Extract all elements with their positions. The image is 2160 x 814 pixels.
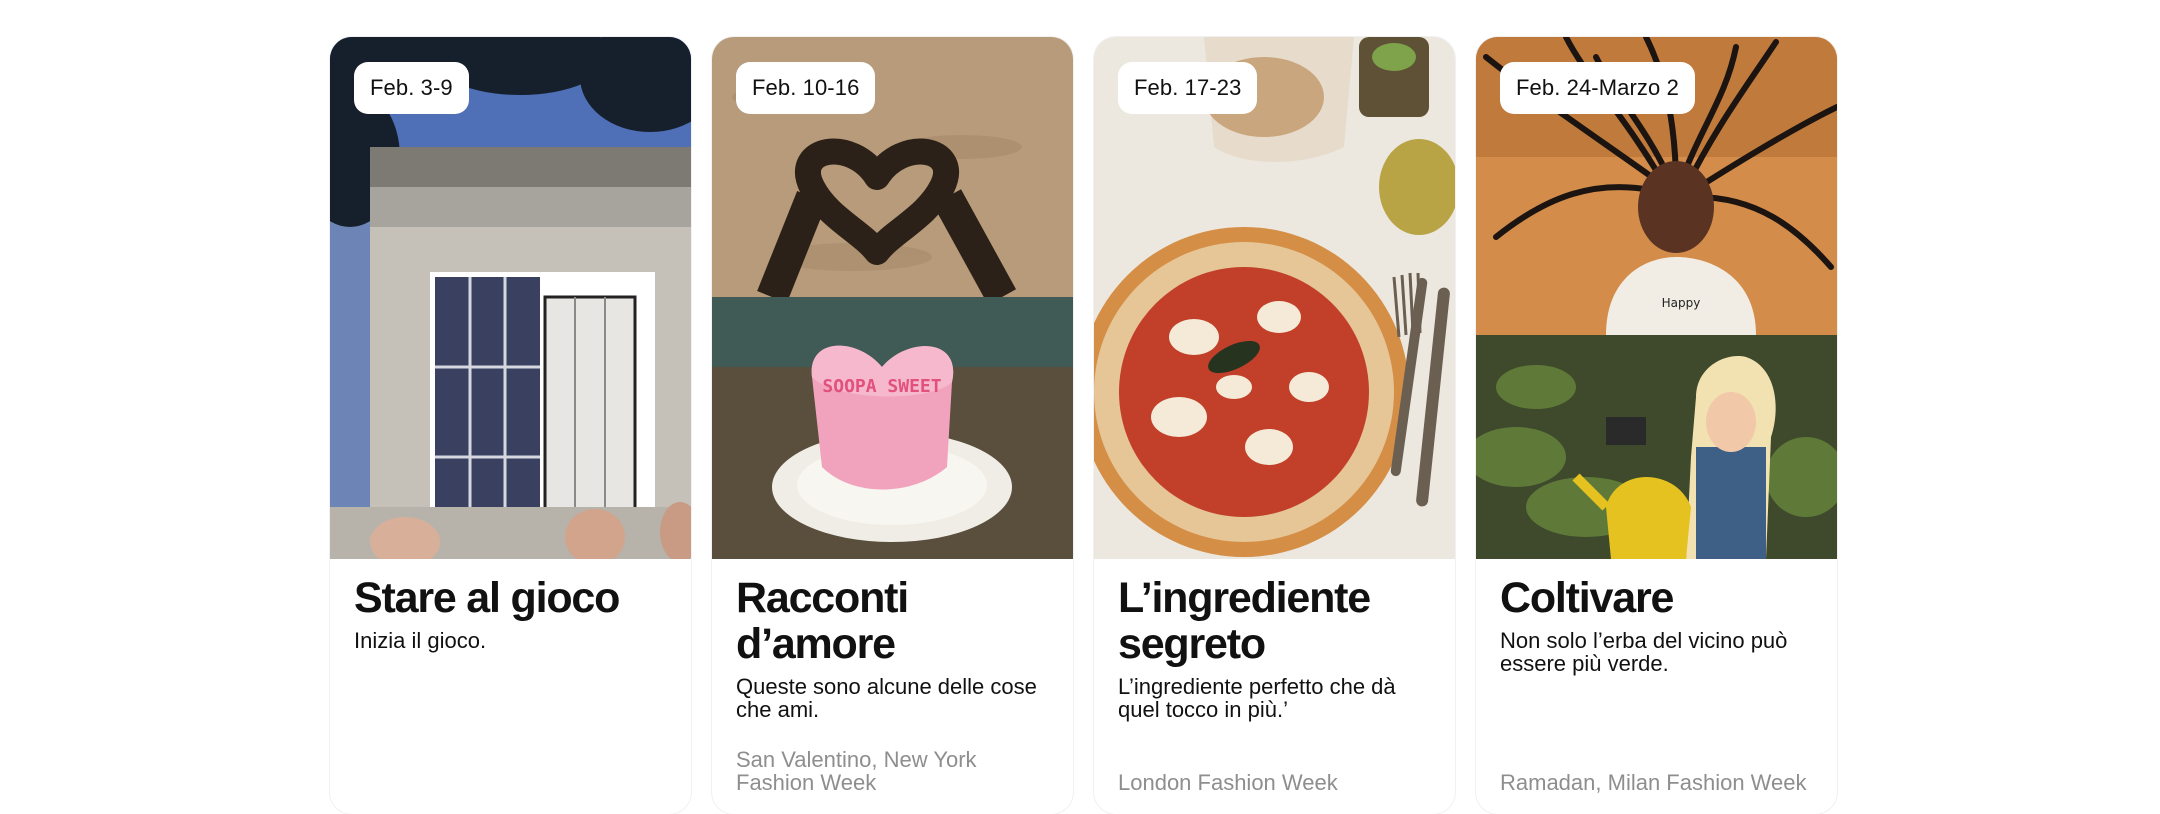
hair-and-garden-image: Happy Feb. 24-Marzo 2	[1476, 37, 1837, 559]
pizza-image: Feb. 17-23	[1094, 37, 1455, 559]
card-title: L’ingrediente segreto	[1118, 574, 1371, 668]
sand-heart-and-cake-image: SOOPA SWEET Feb. 10-16	[712, 37, 1073, 559]
card-title: Coltivare	[1500, 574, 1674, 622]
card-description: Inizia il gioco.	[354, 628, 487, 653]
card-description: Queste sono alcune delle cose che ami.	[736, 674, 1037, 722]
card-tags: San Valentino, New York Fashion Week	[736, 747, 977, 795]
date-badge: Feb. 10-16	[736, 62, 876, 114]
trend-card-4[interactable]: Happy Feb. 24-Marzo 2 Coltivare Non solo	[1476, 37, 1837, 814]
card-description: L’ingrediente perfetto che dà quel tocco…	[1118, 674, 1396, 722]
cake-text: SOOPA SWEET	[822, 376, 941, 397]
card-description: Non solo l’erba del vicino può essere pi…	[1500, 628, 1788, 676]
card-title: Racconti d’amore	[736, 574, 909, 668]
trend-card-2[interactable]: SOOPA SWEET Feb. 10-16 Racconti d’amore …	[712, 37, 1073, 814]
card-tags: London Fashion Week	[1118, 770, 1338, 795]
card-title: Stare al gioco	[354, 574, 620, 622]
trend-card-3[interactable]: Feb. 17-23 L’ingrediente segreto L’ingre…	[1094, 37, 1455, 814]
house-window-image: Feb. 3-9	[330, 37, 691, 559]
shirt-text: Happy	[1662, 296, 1701, 310]
card-tags: Ramadan, Milan Fashion Week	[1500, 770, 1807, 795]
date-badge: Feb. 17-23	[1118, 62, 1258, 114]
trend-card-1[interactable]: Feb. 3-9 Stare al gioco Inizia il gioco.	[330, 37, 691, 814]
trend-cards: Feb. 3-9 Stare al gioco Inizia il gioco.	[330, 37, 1837, 814]
date-badge: Feb. 3-9	[354, 62, 469, 114]
date-badge: Feb. 24-Marzo 2	[1500, 62, 1695, 114]
